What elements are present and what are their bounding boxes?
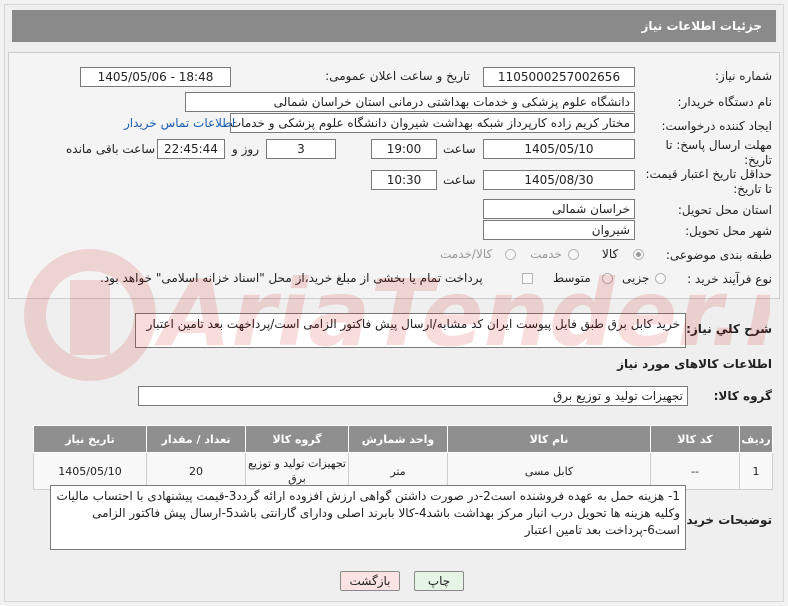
purchase-radio-medium[interactable] [602,273,613,284]
col-quantity: تعداد / مقدار [146,425,246,453]
back-button[interactable]: بازگشت [340,571,400,591]
col-group: گروه کالا [245,425,349,453]
general-description-text: خرید کابل برق طبق فایل پیوست ایران کد مش… [135,313,686,348]
col-need-date: تاریخ نیاز [33,425,147,453]
day-and-label: روز و [232,142,259,156]
category-option-goods-label: کالا [602,247,619,261]
goods-info-heading: اطلاعات کالاهای مورد نیاز [617,357,772,371]
buyer-contact-link[interactable]: اطلاعات تماس خریدار [124,116,235,130]
col-item-name: نام کالا [447,425,651,453]
goods-group-field: تجهیزات تولید و توزیع برق [138,386,688,406]
buyer-notes-text: 1- هزینه حمل به عهده فروشنده است2-در صور… [50,485,686,550]
need-number-field: 1105000257002656 [483,67,635,87]
table-row: 1 -- کابل مسی متر تجهیزات تولید و توزیع … [33,452,773,490]
delivery-city-label: شهر محل تحویل: [685,224,772,238]
reply-deadline-label: مهلت ارسال پاسخ: تا تاریخ: [665,138,772,167]
purchase-type-label: نوع فرآیند خرید : [687,272,772,286]
purchase-option-minor-label: جزیی [622,271,650,285]
category-radio-goods[interactable] [633,249,644,260]
validity-date-field: 1405/08/30 [483,170,635,190]
page-header: جزئیات اطلاعات نیاز [12,10,776,42]
reply-time-label: ساعت [443,142,476,156]
reply-date-field: 1405/05/10 [483,139,635,159]
print-button[interactable]: چاپ [414,571,464,591]
delivery-province-label: استان محل تحویل: [677,203,772,217]
col-unit: واحد شمارش [348,425,448,453]
requester-field: مختار کریم زاده کارپرداز شبکه بهداشت شیر… [230,113,635,133]
validity-time-label: ساعت [443,173,476,187]
cell-group: تجهیزات تولید و توزیع برق [245,452,349,490]
category-label: طبقه بندی موضوعی: [665,248,772,262]
category-option-service-label: خدمت [530,247,562,261]
cell-unit: متر [348,452,448,490]
goods-group-label: گروه کالا: [713,389,772,403]
reply-remaining-field: 22:45:44 [157,139,225,159]
cell-need-date: 1405/05/10 [33,452,147,490]
validity-time-field: 10:30 [371,170,437,190]
category-radio-goods-service[interactable] [505,249,516,260]
cell-item-name: کابل مسی [447,452,651,490]
reply-days-field: 3 [266,139,336,159]
treasury-checkbox[interactable] [522,273,533,284]
cell-quantity: 20 [146,452,246,490]
table-header-row: ردیف کد کالا نام کالا واحد شمارش گروه کا… [33,425,773,453]
category-radio-service[interactable] [568,249,579,260]
announce-datetime-label: تاریخ و ساعت اعلان عمومی: [325,69,470,83]
need-number-label: شماره نیاز: [715,69,772,83]
requester-label: ایجاد کننده درخواست: [661,119,772,133]
buyer-org-field: دانشگاه علوم پزشکی و خدمات بهداشتی درمان… [185,92,635,112]
announce-datetime-field: 1405/05/06 - 18:48 [80,67,231,87]
col-item-code: کد کالا [650,425,740,453]
col-row-number: ردیف [739,425,773,453]
cell-item-code: -- [650,452,740,490]
province-field: خراسان شمالی [483,199,635,219]
cell-row-number: 1 [739,452,773,490]
treasury-note: پرداخت تمام یا بخشی از مبلغ خرید،از محل … [100,271,483,285]
category-option-goods-service-label: کالا/خدمت [440,247,493,261]
items-table: ردیف کد کالا نام کالا واحد شمارش گروه کا… [33,425,773,490]
price-validity-label: حداقل تاریخ اعتبار قیمت: تا تاریخ: [645,167,772,196]
buyer-org-label: نام دستگاه خریدار: [677,95,773,109]
reply-time-field: 19:00 [371,139,437,159]
remaining-label: ساعت باقی مانده [66,142,156,156]
city-field: شیروان [483,220,635,240]
general-desc-label: شرح کلي نياز: [686,322,772,336]
purchase-radio-minor[interactable] [655,273,666,284]
purchase-option-medium-label: متوسط [553,271,591,285]
